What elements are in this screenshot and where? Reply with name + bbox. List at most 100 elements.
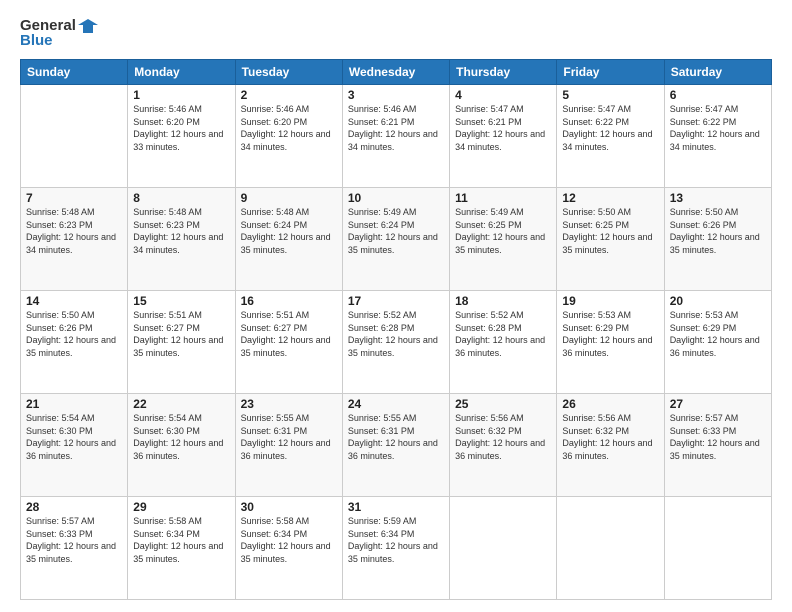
day-number: 1 [133, 88, 229, 102]
page: General Blue SundayMondayTuesdayWednesda… [0, 0, 792, 612]
calendar-cell: 14Sunrise: 5:50 AMSunset: 6:26 PMDayligh… [21, 291, 128, 394]
calendar-cell: 27Sunrise: 5:57 AMSunset: 6:33 PMDayligh… [664, 394, 771, 497]
day-info: Sunrise: 5:47 AMSunset: 6:22 PMDaylight:… [670, 103, 766, 153]
day-info: Sunrise: 5:58 AMSunset: 6:34 PMDaylight:… [241, 515, 337, 565]
day-info: Sunrise: 5:50 AMSunset: 6:26 PMDaylight:… [26, 309, 122, 359]
day-number: 31 [348, 500, 444, 514]
calendar-cell [450, 497, 557, 600]
calendar-cell: 13Sunrise: 5:50 AMSunset: 6:26 PMDayligh… [664, 188, 771, 291]
calendar-cell: 29Sunrise: 5:58 AMSunset: 6:34 PMDayligh… [128, 497, 235, 600]
day-info: Sunrise: 5:58 AMSunset: 6:34 PMDaylight:… [133, 515, 229, 565]
day-info: Sunrise: 5:46 AMSunset: 6:20 PMDaylight:… [133, 103, 229, 153]
day-info: Sunrise: 5:55 AMSunset: 6:31 PMDaylight:… [241, 412, 337, 462]
week-row-3: 14Sunrise: 5:50 AMSunset: 6:26 PMDayligh… [21, 291, 772, 394]
day-info: Sunrise: 5:50 AMSunset: 6:25 PMDaylight:… [562, 206, 658, 256]
calendar-cell [557, 497, 664, 600]
day-info: Sunrise: 5:55 AMSunset: 6:31 PMDaylight:… [348, 412, 444, 462]
day-number: 10 [348, 191, 444, 205]
day-info: Sunrise: 5:56 AMSunset: 6:32 PMDaylight:… [455, 412, 551, 462]
calendar-cell: 16Sunrise: 5:51 AMSunset: 6:27 PMDayligh… [235, 291, 342, 394]
day-number: 12 [562, 191, 658, 205]
day-number: 27 [670, 397, 766, 411]
day-number: 25 [455, 397, 551, 411]
day-info: Sunrise: 5:47 AMSunset: 6:22 PMDaylight:… [562, 103, 658, 153]
day-info: Sunrise: 5:53 AMSunset: 6:29 PMDaylight:… [562, 309, 658, 359]
day-info: Sunrise: 5:46 AMSunset: 6:20 PMDaylight:… [241, 103, 337, 153]
weekday-header-sunday: Sunday [21, 60, 128, 85]
calendar-cell: 21Sunrise: 5:54 AMSunset: 6:30 PMDayligh… [21, 394, 128, 497]
logo-text-block: General Blue [20, 18, 98, 49]
day-number: 20 [670, 294, 766, 308]
day-number: 30 [241, 500, 337, 514]
day-info: Sunrise: 5:48 AMSunset: 6:23 PMDaylight:… [133, 206, 229, 256]
day-info: Sunrise: 5:51 AMSunset: 6:27 PMDaylight:… [133, 309, 229, 359]
day-number: 5 [562, 88, 658, 102]
calendar-cell: 17Sunrise: 5:52 AMSunset: 6:28 PMDayligh… [342, 291, 449, 394]
day-info: Sunrise: 5:48 AMSunset: 6:23 PMDaylight:… [26, 206, 122, 256]
week-row-5: 28Sunrise: 5:57 AMSunset: 6:33 PMDayligh… [21, 497, 772, 600]
day-info: Sunrise: 5:54 AMSunset: 6:30 PMDaylight:… [26, 412, 122, 462]
calendar-cell: 24Sunrise: 5:55 AMSunset: 6:31 PMDayligh… [342, 394, 449, 497]
calendar-cell: 26Sunrise: 5:56 AMSunset: 6:32 PMDayligh… [557, 394, 664, 497]
calendar-cell: 18Sunrise: 5:52 AMSunset: 6:28 PMDayligh… [450, 291, 557, 394]
weekday-header-thursday: Thursday [450, 60, 557, 85]
calendar-cell: 11Sunrise: 5:49 AMSunset: 6:25 PMDayligh… [450, 188, 557, 291]
day-info: Sunrise: 5:53 AMSunset: 6:29 PMDaylight:… [670, 309, 766, 359]
day-number: 8 [133, 191, 229, 205]
day-number: 19 [562, 294, 658, 308]
day-number: 4 [455, 88, 551, 102]
calendar-cell: 15Sunrise: 5:51 AMSunset: 6:27 PMDayligh… [128, 291, 235, 394]
calendar-cell [21, 85, 128, 188]
day-number: 26 [562, 397, 658, 411]
day-number: 3 [348, 88, 444, 102]
calendar-cell: 4Sunrise: 5:47 AMSunset: 6:21 PMDaylight… [450, 85, 557, 188]
calendar-cell: 2Sunrise: 5:46 AMSunset: 6:20 PMDaylight… [235, 85, 342, 188]
day-number: 17 [348, 294, 444, 308]
calendar-cell: 19Sunrise: 5:53 AMSunset: 6:29 PMDayligh… [557, 291, 664, 394]
day-number: 14 [26, 294, 122, 308]
day-number: 29 [133, 500, 229, 514]
day-number: 9 [241, 191, 337, 205]
day-number: 13 [670, 191, 766, 205]
calendar-table: SundayMondayTuesdayWednesdayThursdayFrid… [20, 59, 772, 600]
day-info: Sunrise: 5:54 AMSunset: 6:30 PMDaylight:… [133, 412, 229, 462]
day-number: 2 [241, 88, 337, 102]
weekday-header-friday: Friday [557, 60, 664, 85]
calendar-cell: 20Sunrise: 5:53 AMSunset: 6:29 PMDayligh… [664, 291, 771, 394]
day-info: Sunrise: 5:48 AMSunset: 6:24 PMDaylight:… [241, 206, 337, 256]
day-info: Sunrise: 5:47 AMSunset: 6:21 PMDaylight:… [455, 103, 551, 153]
day-info: Sunrise: 5:50 AMSunset: 6:26 PMDaylight:… [670, 206, 766, 256]
day-number: 24 [348, 397, 444, 411]
calendar-cell: 5Sunrise: 5:47 AMSunset: 6:22 PMDaylight… [557, 85, 664, 188]
day-number: 21 [26, 397, 122, 411]
day-info: Sunrise: 5:56 AMSunset: 6:32 PMDaylight:… [562, 412, 658, 462]
weekday-header-row: SundayMondayTuesdayWednesdayThursdayFrid… [21, 60, 772, 85]
day-info: Sunrise: 5:49 AMSunset: 6:24 PMDaylight:… [348, 206, 444, 256]
weekday-header-saturday: Saturday [664, 60, 771, 85]
calendar-cell: 25Sunrise: 5:56 AMSunset: 6:32 PMDayligh… [450, 394, 557, 497]
day-info: Sunrise: 5:52 AMSunset: 6:28 PMDaylight:… [348, 309, 444, 359]
calendar-cell: 8Sunrise: 5:48 AMSunset: 6:23 PMDaylight… [128, 188, 235, 291]
day-info: Sunrise: 5:57 AMSunset: 6:33 PMDaylight:… [26, 515, 122, 565]
day-number: 6 [670, 88, 766, 102]
weekday-header-monday: Monday [128, 60, 235, 85]
calendar-cell: 30Sunrise: 5:58 AMSunset: 6:34 PMDayligh… [235, 497, 342, 600]
week-row-2: 7Sunrise: 5:48 AMSunset: 6:23 PMDaylight… [21, 188, 772, 291]
day-number: 7 [26, 191, 122, 205]
day-info: Sunrise: 5:51 AMSunset: 6:27 PMDaylight:… [241, 309, 337, 359]
week-row-4: 21Sunrise: 5:54 AMSunset: 6:30 PMDayligh… [21, 394, 772, 497]
day-info: Sunrise: 5:52 AMSunset: 6:28 PMDaylight:… [455, 309, 551, 359]
day-number: 22 [133, 397, 229, 411]
header: General Blue [20, 18, 772, 49]
day-number: 18 [455, 294, 551, 308]
calendar-cell: 7Sunrise: 5:48 AMSunset: 6:23 PMDaylight… [21, 188, 128, 291]
calendar-cell: 28Sunrise: 5:57 AMSunset: 6:33 PMDayligh… [21, 497, 128, 600]
day-info: Sunrise: 5:59 AMSunset: 6:34 PMDaylight:… [348, 515, 444, 565]
logo-blue: Blue [20, 33, 53, 50]
calendar-cell: 1Sunrise: 5:46 AMSunset: 6:20 PMDaylight… [128, 85, 235, 188]
calendar-cell: 22Sunrise: 5:54 AMSunset: 6:30 PMDayligh… [128, 394, 235, 497]
day-info: Sunrise: 5:49 AMSunset: 6:25 PMDaylight:… [455, 206, 551, 256]
week-row-1: 1Sunrise: 5:46 AMSunset: 6:20 PMDaylight… [21, 85, 772, 188]
calendar-cell: 31Sunrise: 5:59 AMSunset: 6:34 PMDayligh… [342, 497, 449, 600]
calendar-cell: 9Sunrise: 5:48 AMSunset: 6:24 PMDaylight… [235, 188, 342, 291]
